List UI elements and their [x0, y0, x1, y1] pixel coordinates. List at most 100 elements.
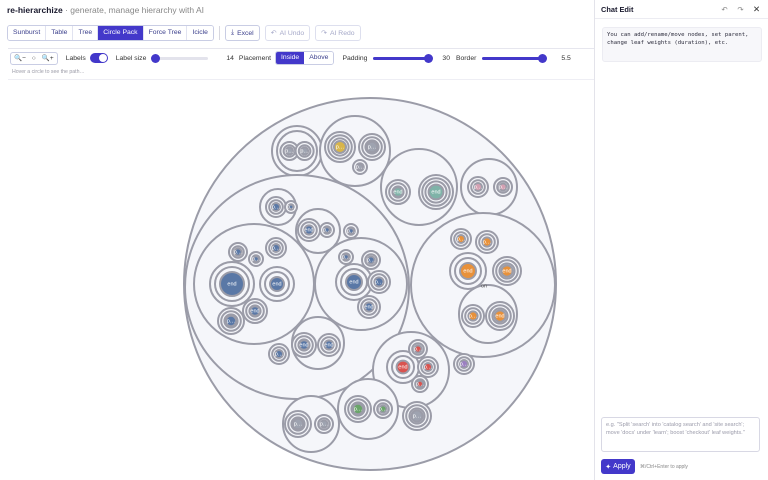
leaf-label: end — [250, 308, 259, 314]
ai-redo-button[interactable]: ↷ AI Redo — [315, 25, 361, 41]
leaf-label: p… — [469, 313, 478, 319]
border-value: 5.5 — [561, 54, 571, 62]
padding-slider-fill — [373, 56, 429, 60]
node-label: on — [481, 283, 487, 289]
leaf-label: p… — [336, 144, 345, 150]
leaf-label: end — [364, 304, 373, 310]
leaf-label: end — [431, 189, 440, 195]
circle-pack-chart[interactable]: p… p… p… p… p… end end p… p… p… p… end p… p… end end p… p… — [8, 80, 594, 480]
leaf-label: p… — [414, 346, 423, 352]
leaf-label: p… — [356, 164, 365, 170]
download-icon: ⤓ — [230, 29, 235, 36]
chart-canvas: p… p… p… p… p… end end p… p… p… p… end p… p… end end p… p… — [8, 79, 594, 480]
leaf-label: p… — [272, 204, 281, 210]
chat-message: You can add/rename/move nodes, set paren… — [602, 27, 762, 62]
leaf-label: p… — [294, 421, 303, 427]
leaf-label: p… — [234, 249, 243, 255]
tab-circle-pack[interactable]: Circle Pack — [98, 26, 144, 40]
zoom-reset-button[interactable]: ○ — [32, 55, 36, 62]
label-size-label: Label size — [115, 54, 147, 62]
leaf-label: end — [299, 342, 308, 348]
chat-title: Chat Edit — [601, 5, 634, 14]
leaf-label: end — [349, 279, 358, 285]
redo-icon: ↷ — [321, 30, 327, 37]
apply-button[interactable]: ✦ Apply — [601, 459, 635, 474]
labels-toggle[interactable] — [89, 53, 108, 63]
label-size-slider-thumb[interactable] — [151, 53, 161, 63]
ai-undo-button[interactable]: ↶ AI Undo — [264, 25, 311, 41]
border-slider-fill — [482, 56, 543, 60]
app-header: re-hierarchize · generate, manage hierar… — [7, 5, 204, 17]
padding-value: 30 — [442, 54, 450, 62]
excel-button-label: Excel — [237, 29, 254, 37]
hover-hint: Hover a circle to see the path… — [12, 69, 85, 75]
leaf-label: end — [324, 342, 333, 348]
leaf-label: p… — [367, 257, 376, 263]
chat-panel: Chat Edit ↶ ↷ ✕ You can add/rename/move … — [594, 0, 768, 480]
excel-button[interactable]: ⤓ Excel — [224, 25, 260, 41]
leaf-label: p… — [342, 254, 351, 260]
labels-label: Labels — [65, 54, 86, 62]
placement-above-button[interactable]: Above — [304, 52, 334, 64]
undo-icon[interactable]: ↶ — [719, 4, 730, 15]
zoom-out-button[interactable]: 🔍− — [14, 54, 26, 62]
border-slider[interactable] — [482, 53, 548, 63]
leaf-label: p… — [354, 406, 363, 412]
leaf-label: end — [227, 281, 236, 287]
leaf-label: p… — [287, 204, 296, 210]
leaf-label: p… — [413, 413, 422, 419]
leaf-label: end — [495, 313, 504, 319]
leaf-label: p… — [368, 144, 377, 150]
placement-label: Placement — [238, 54, 272, 62]
leaf-label: p… — [323, 227, 332, 233]
padding-slider[interactable] — [373, 53, 434, 63]
ai-undo-label: AI Undo — [279, 29, 305, 37]
labels-toggle-knob — [98, 54, 107, 62]
leaf-label: p… — [379, 406, 388, 412]
leaf-label: p… — [252, 256, 261, 262]
controls-row: 🔍− ○ 🔍+ Labels Label size 14 Placement I… — [10, 50, 571, 66]
leaf-label: p… — [275, 351, 284, 357]
toolbar: Sunburst Table Tree Circle Pack Force Tr… — [7, 25, 361, 41]
tab-sunburst[interactable]: Sunburst — [8, 26, 47, 40]
app-brand: re-hierarchize — [7, 5, 63, 15]
sparkle-icon: ✦ — [605, 463, 612, 471]
redo-icon[interactable]: ↷ — [735, 4, 746, 15]
leaf-label: end — [463, 268, 472, 274]
apply-hint: ⌘/Ctrl+Enter to apply — [640, 464, 688, 470]
tab-tree[interactable]: Tree — [73, 26, 99, 40]
tab-force-tree[interactable]: Force Tree — [143, 26, 188, 40]
border-label: Border — [455, 54, 477, 62]
leaf-label: end — [393, 189, 402, 195]
apply-button-label: Apply — [613, 463, 631, 470]
leaf-label: p… — [460, 361, 469, 367]
leaf-label: p… — [300, 148, 309, 154]
leaf-label: p… — [285, 148, 294, 154]
controls-bar: 🔍− ○ 🔍+ Labels Label size 14 Placement I… — [8, 48, 594, 79]
placement-inside-button[interactable]: Inside — [276, 52, 305, 64]
undo-icon: ↶ — [270, 30, 277, 37]
leaf-label: p… — [457, 236, 466, 242]
leaf-label: p… — [320, 421, 329, 427]
leaf-label: end — [304, 227, 313, 233]
view-tabs: Sunburst Table Tree Circle Pack Force Tr… — [7, 25, 214, 41]
leaf-label: p… — [375, 279, 384, 285]
leaf-label: p… — [474, 184, 483, 190]
leaf-label: end — [502, 268, 511, 274]
leaf-label: end — [272, 281, 281, 287]
tab-table[interactable]: Table — [46, 26, 74, 40]
app-tagline: · generate, manage hierarchy with AI — [62, 5, 205, 15]
leaf-label: end — [398, 364, 407, 370]
border-slider-thumb[interactable] — [538, 53, 548, 63]
padding-slider-thumb[interactable] — [424, 53, 434, 63]
tab-icicle[interactable]: Icicle — [187, 26, 213, 40]
label-size-slider[interactable] — [151, 53, 209, 63]
zoom-controls: 🔍− ○ 🔍+ — [10, 51, 58, 65]
close-icon[interactable]: ✕ — [751, 4, 762, 15]
chat-input[interactable] — [601, 417, 760, 452]
zoom-in-button[interactable]: 🔍+ — [42, 54, 54, 62]
leaf-label: p… — [499, 184, 508, 190]
leaf-label: p… — [416, 381, 425, 387]
leaf-label: p… — [424, 364, 433, 370]
leaf-label: p… — [227, 318, 236, 324]
